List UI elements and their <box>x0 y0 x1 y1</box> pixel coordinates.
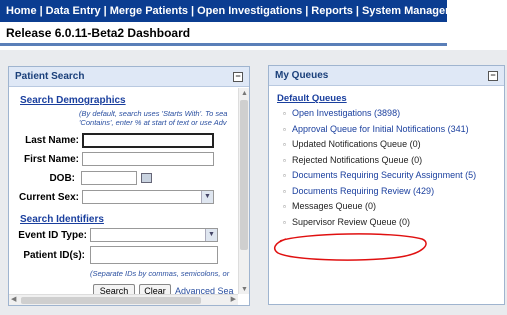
nav-open-investigations[interactable]: Open Investigations <box>197 5 302 17</box>
patient-search-header: Patient Search − <box>9 67 249 87</box>
nav-system-management[interactable]: System Management <box>362 5 447 17</box>
queue-updated-notifications: ▫ Updated Notifications Queue (0) <box>283 137 476 153</box>
queue-label: Updated Notifications Queue (0) <box>292 139 421 149</box>
dashboard-workarea: Patient Search − Search Demographics (By… <box>0 50 507 315</box>
patient-search-content: Search Demographics (By default, search … <box>9 88 238 294</box>
nav-data-entry[interactable]: Data Entry <box>46 5 101 17</box>
chevron-down-icon: ▼ <box>201 191 213 203</box>
bullet-icon: ▫ <box>283 171 286 180</box>
bullet-icon: ▫ <box>283 109 286 118</box>
queue-label: Messages Queue (0) <box>292 201 377 211</box>
page-title: Release 6.0.11-Beta2 Dashboard <box>0 22 447 46</box>
search-hint-line1: (By default, search uses 'Starts With'. … <box>79 109 228 118</box>
last-name-label: Last Name: <box>25 135 79 146</box>
queue-messages: ▫ Messages Queue (0) <box>283 199 476 215</box>
search-button[interactable]: Search <box>93 284 135 294</box>
scroll-left-icon[interactable]: ◀ <box>11 295 16 303</box>
bullet-icon: ▫ <box>283 155 286 165</box>
default-queues-heading: Default Queues <box>277 93 347 104</box>
advanced-search-link[interactable]: Advanced Sea <box>175 286 234 294</box>
patient-ids-hint: (Separate IDs by commas, semicolons, or <box>90 269 230 278</box>
patient-ids-input[interactable] <box>90 246 218 264</box>
clear-button[interactable]: Clear <box>139 284 171 294</box>
queue-documents-security-assignment[interactable]: ▫ Documents Requiring Security Assignment… <box>283 168 476 184</box>
patient-search-title: Patient Search <box>15 71 85 82</box>
nav-separator: | <box>103 5 107 17</box>
search-hint-line2: 'Contains', enter % at start of text or … <box>79 118 227 127</box>
event-id-type-select[interactable]: ▼ <box>90 228 218 242</box>
nav-separator: | <box>355 5 359 17</box>
scrollbar-thumb[interactable] <box>240 100 248 250</box>
dob-input[interactable] <box>81 171 137 185</box>
queue-label[interactable]: Documents Requiring Review (429) <box>292 186 434 196</box>
bullet-icon: ▫ <box>283 217 286 227</box>
queue-documents-requiring-review[interactable]: ▫ Documents Requiring Review (429) <box>283 184 476 200</box>
scroll-up-icon[interactable]: ▲ <box>241 90 248 97</box>
search-demographics-heading: Search Demographics <box>20 95 126 106</box>
queue-label[interactable]: Approval Queue for Initial Notifications… <box>292 124 469 134</box>
vertical-scrollbar[interactable]: ▲ ▼ <box>238 88 249 294</box>
event-id-type-label: Event ID Type: <box>18 230 87 241</box>
dob-label: DOB: <box>49 173 75 184</box>
last-name-input[interactable] <box>82 133 214 148</box>
search-identifiers-heading: Search Identifiers <box>20 214 104 225</box>
queue-label[interactable]: Open Investigations (3898) <box>292 108 400 118</box>
nav-separator: | <box>191 5 195 17</box>
queue-supervisor-review: ▫ Supervisor Review Queue (0) <box>283 215 476 231</box>
queue-list: ▫ Open Investigations (3898) ▫ Approval Qu… <box>283 106 476 230</box>
nav-home[interactable]: Home <box>6 5 37 17</box>
bullet-icon: ▫ <box>283 140 286 149</box>
first-name-input[interactable] <box>82 152 214 166</box>
first-name-label: First Name: <box>23 154 79 165</box>
my-queues-title: My Queues <box>275 70 329 81</box>
queue-approval-initial-notifications[interactable]: ▫ Approval Queue for Initial Notification… <box>283 122 476 138</box>
my-queues-panel: My Queues − Default Queues ▫ Open Investi… <box>268 65 505 305</box>
horizontal-scrollbar[interactable]: ◀ ▶ <box>9 294 238 305</box>
nav-merge-patients[interactable]: Merge Patients <box>110 5 188 17</box>
bullet-icon: ▫ <box>283 202 286 211</box>
nav-reports[interactable]: Reports <box>311 5 353 17</box>
current-sex-select[interactable]: ▼ <box>82 190 214 204</box>
scroll-right-icon[interactable]: ▶ <box>231 295 236 303</box>
calendar-icon[interactable] <box>141 173 152 183</box>
queue-label[interactable]: Documents Requiring Security Assignment … <box>292 170 476 180</box>
top-navigation-bar: Home | Data Entry | Merge Patients | Open Inve… <box>0 0 447 22</box>
my-queues-header: My Queues − <box>269 66 504 86</box>
bullet-icon: ▫ <box>283 186 286 196</box>
bullet-icon: ▫ <box>283 124 286 134</box>
nav-separator: | <box>39 5 43 17</box>
collapse-my-queues-button[interactable]: − <box>488 71 498 81</box>
queue-label: Rejected Notifications Queue (0) <box>292 154 423 165</box>
scrollbar-thumb[interactable] <box>21 297 201 304</box>
chevron-down-icon: ▼ <box>205 229 217 241</box>
queue-open-investigations[interactable]: ▫ Open Investigations (3898) <box>283 106 476 122</box>
patient-search-panel: Patient Search − Search Demographics (By… <box>8 66 250 306</box>
nav-separator: | <box>305 5 309 17</box>
scroll-down-icon[interactable]: ▼ <box>241 286 248 293</box>
collapse-patient-search-button[interactable]: − <box>233 72 243 82</box>
current-sex-label: Current Sex: <box>18 192 79 203</box>
patient-ids-label: Patient ID(s): <box>23 250 85 261</box>
queue-label: Supervisor Review Queue (0) <box>292 216 411 227</box>
queue-rejected-notifications: ▫ Rejected Notifications Queue (0) <box>283 153 476 169</box>
